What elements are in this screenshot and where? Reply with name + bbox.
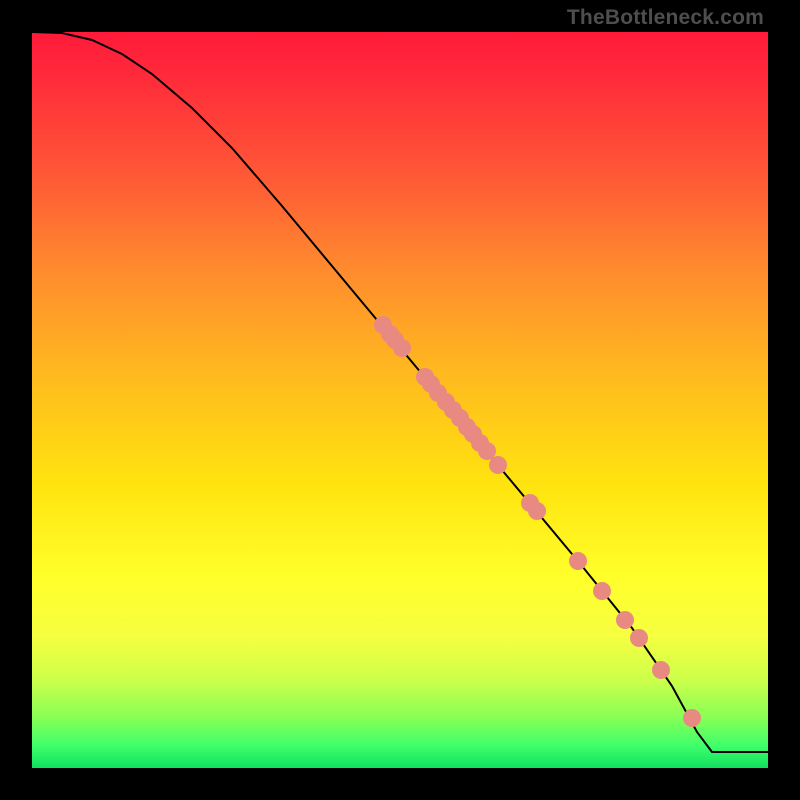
data-point [593, 582, 611, 600]
data-point [478, 442, 496, 460]
curve-line [32, 32, 768, 752]
data-point [489, 456, 507, 474]
data-point [569, 552, 587, 570]
data-point [616, 611, 634, 629]
data-point [683, 709, 701, 727]
chart-svg [32, 32, 768, 768]
plot-area [32, 32, 768, 768]
data-points-group [374, 316, 701, 727]
chart-frame: TheBottleneck.com [0, 0, 800, 800]
watermark-label: TheBottleneck.com [567, 6, 764, 30]
data-point [528, 502, 546, 520]
data-point [652, 661, 670, 679]
data-point [393, 339, 411, 357]
data-point [630, 629, 648, 647]
